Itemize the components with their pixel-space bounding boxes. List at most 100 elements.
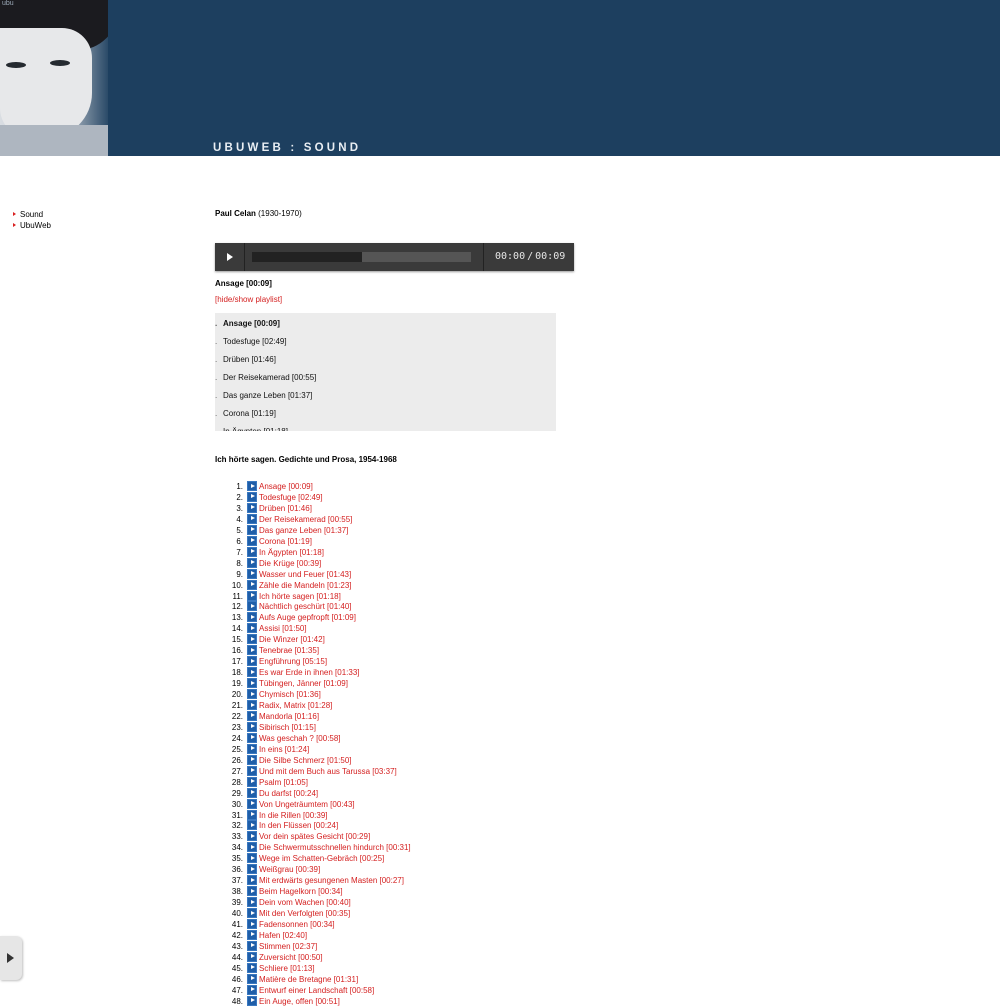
track-link[interactable]: Psalm [01:05] (259, 778, 308, 787)
play-track-icon[interactable] (247, 601, 257, 612)
track-link[interactable]: Du darfst [00:24] (259, 789, 318, 798)
track-link[interactable]: Matière de Bretagne [01:31] (259, 975, 358, 984)
track-link[interactable]: Ich hörte sagen [01:18] (259, 592, 341, 601)
track-link[interactable]: Die Silbe Schmerz [01:50] (259, 756, 352, 765)
track-link[interactable]: Ein Auge, offen [00:51] (259, 997, 340, 1006)
track-link[interactable]: Tübingen, Jänner [01:09] (259, 679, 348, 688)
play-track-icon[interactable] (247, 513, 257, 524)
site-title[interactable]: UBUWEB : SOUND (213, 142, 361, 154)
play-track-icon[interactable] (247, 689, 257, 700)
playlist-item[interactable]: Das ganze Leben [01:37] (215, 391, 312, 403)
track-link[interactable]: Zähle die Mandeln [01:23] (259, 581, 352, 590)
play-track-icon[interactable] (247, 973, 257, 984)
track-link[interactable]: In den Flüssen [00:24] (259, 821, 338, 830)
track-link[interactable]: Aufs Auge gepfropft [01:09] (259, 613, 356, 622)
play-track-icon[interactable] (247, 897, 257, 908)
play-track-icon[interactable] (247, 557, 257, 568)
play-track-icon[interactable] (247, 645, 257, 656)
track-link[interactable]: Entwurf einer Landschaft [00:58] (259, 986, 374, 995)
track-link[interactable]: Vor dein spätes Gesicht [00:29] (259, 832, 370, 841)
track-link[interactable]: Chymisch [01:36] (259, 690, 321, 699)
play-track-icon[interactable] (247, 875, 257, 886)
track-link[interactable]: Wege im Schatten-Gebräch [00:25] (259, 854, 384, 863)
play-track-icon[interactable] (247, 919, 257, 929)
play-track-icon[interactable] (247, 667, 257, 678)
play-button[interactable] (215, 243, 245, 271)
playlist-item[interactable]: Corona [01:19] (215, 409, 276, 421)
play-track-icon[interactable] (247, 853, 257, 864)
play-track-icon[interactable] (247, 710, 257, 721)
play-track-icon[interactable] (247, 962, 257, 973)
play-track-icon[interactable] (247, 568, 257, 579)
track-link[interactable]: Mit erdwärts gesungenen Masten [00:27] (259, 876, 404, 885)
play-track-icon[interactable] (247, 721, 257, 732)
play-track-icon[interactable] (247, 929, 257, 940)
track-link[interactable]: Hafen [02:40] (259, 931, 307, 940)
track-link[interactable]: Es war Erde in ihnen [01:33] (259, 668, 360, 677)
track-link[interactable]: Assisi [01:50] (259, 624, 307, 633)
track-link[interactable]: Engführung [05:15] (259, 657, 327, 666)
sidebar-item-ubuweb[interactable]: UbuWeb (13, 220, 51, 231)
track-link[interactable]: Wasser und Feuer [01:43] (259, 570, 351, 579)
track-link[interactable]: Der Reisekamerad [00:55] (259, 515, 352, 524)
seek-bar[interactable] (252, 252, 471, 262)
playlist-item[interactable]: Der Reisekamerad [00:55] (215, 373, 316, 385)
track-link[interactable]: Todesfuge [02:49] (259, 493, 323, 502)
play-track-icon[interactable] (247, 995, 257, 1006)
track-link[interactable]: Fadensonnen [00:34] (259, 920, 335, 929)
track-link[interactable]: Und mit dem Buch aus Tarussa [03:37] (259, 767, 397, 776)
play-track-icon[interactable] (247, 940, 257, 951)
track-link[interactable]: Tenebrae [01:35] (259, 646, 319, 655)
play-track-icon[interactable] (247, 678, 257, 689)
play-track-icon[interactable] (247, 743, 257, 754)
track-link[interactable]: Mit den Verfolgten [00:35] (259, 909, 350, 918)
play-track-icon[interactable] (247, 820, 257, 831)
playlist-item[interactable]: Drüben [01:46] (215, 355, 276, 367)
track-link[interactable]: In Ägypten [01:18] (259, 548, 324, 557)
track-link[interactable]: Beim Hagelkorn [00:34] (259, 887, 343, 896)
play-track-icon[interactable] (247, 623, 257, 634)
track-link[interactable]: Die Winzer [01:42] (259, 635, 325, 644)
play-track-icon[interactable] (247, 502, 257, 513)
track-link[interactable]: Weißgrau [00:39] (259, 865, 320, 874)
track-link[interactable]: Von Ungeträumtem [00:43] (259, 800, 355, 809)
playlist-toggle-link[interactable]: [hide/show playlist] (215, 295, 282, 304)
track-link[interactable]: Zuversicht [00:50] (259, 953, 323, 962)
track-link[interactable]: Ansage [00:09] (259, 482, 313, 491)
track-link[interactable]: In die Rillen [00:39] (259, 811, 328, 820)
track-link[interactable]: Drüben [01:46] (259, 504, 312, 513)
play-track-icon[interactable] (247, 787, 257, 798)
play-track-icon[interactable] (247, 886, 257, 897)
play-track-icon[interactable] (247, 546, 257, 557)
track-link[interactable]: Die Krüge [00:39] (259, 559, 321, 568)
track-link[interactable]: Das ganze Leben [01:37] (259, 526, 348, 535)
play-track-icon[interactable] (247, 864, 257, 875)
play-track-icon[interactable] (247, 951, 257, 962)
track-link[interactable]: Was geschah ? [00:58] (259, 734, 341, 743)
track-link[interactable]: Corona [01:19] (259, 537, 312, 546)
play-track-icon[interactable] (247, 809, 257, 820)
play-track-icon[interactable] (247, 634, 257, 645)
track-link[interactable]: Schliere [01:13] (259, 964, 315, 973)
track-link[interactable]: Dein vom Wachen [00:40] (259, 898, 351, 907)
track-link[interactable]: Mandorla [01:16] (259, 712, 319, 721)
track-link[interactable]: Radix, Matrix [01:28] (259, 701, 332, 710)
playlist-item[interactable]: In Ägypten [01:18] (215, 427, 288, 431)
playlist-panel[interactable]: Ansage [00:09] Todesfuge [02:49] Drüben [0… (215, 313, 556, 431)
track-link[interactable]: Die Schwermutsschnellen hindurch [00:31] (259, 843, 411, 852)
sidebar-item-sound[interactable]: Sound (13, 209, 51, 220)
play-track-icon[interactable] (247, 612, 257, 623)
play-track-icon[interactable] (247, 765, 257, 776)
play-track-icon[interactable] (247, 481, 257, 491)
play-track-icon[interactable] (247, 754, 257, 765)
track-link[interactable]: Sibirisch [01:15] (259, 723, 316, 732)
track-link[interactable]: Nächtlich geschürt [01:40] (259, 602, 352, 611)
playlist-item[interactable]: Todesfuge [02:49] (215, 337, 287, 349)
play-track-icon[interactable] (247, 656, 257, 667)
play-track-icon[interactable] (247, 732, 257, 743)
side-expand-tab[interactable] (0, 936, 22, 980)
play-track-icon[interactable] (247, 700, 257, 710)
play-track-icon[interactable] (247, 831, 257, 842)
play-track-icon[interactable] (247, 798, 257, 809)
play-track-icon[interactable] (247, 842, 257, 853)
